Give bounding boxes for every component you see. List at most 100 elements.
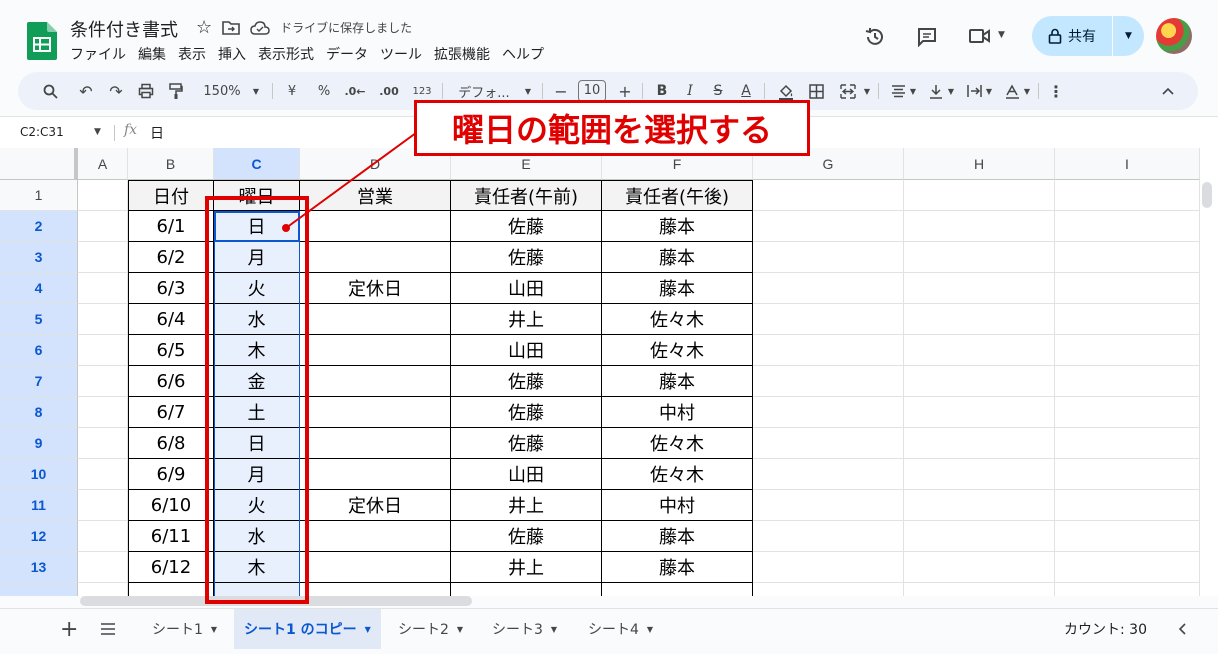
menu-tools[interactable]: ツール xyxy=(380,44,422,64)
cell[interactable] xyxy=(78,583,128,596)
table-cell[interactable]: 佐藤 xyxy=(451,366,602,397)
document-title[interactable]: 条件付き書式 xyxy=(70,16,178,42)
tab-dropdown-icon[interactable]: ▼ xyxy=(457,625,463,634)
tab-dropdown-icon[interactable]: ▼ xyxy=(365,625,371,634)
version-history-icon[interactable] xyxy=(864,26,886,48)
cell[interactable] xyxy=(904,397,1055,428)
select-all-corner[interactable] xyxy=(0,148,78,180)
tab-dropdown-icon[interactable]: ▼ xyxy=(551,625,557,634)
collapse-side-icon[interactable] xyxy=(1178,609,1186,649)
cell[interactable] xyxy=(1055,335,1200,366)
cell[interactable] xyxy=(904,583,1055,596)
column-header-b[interactable]: B xyxy=(128,148,214,180)
cell[interactable] xyxy=(1055,521,1200,552)
table-cell[interactable]: 藤本 xyxy=(602,242,753,273)
table-cell[interactable]: 6/8 xyxy=(128,428,214,459)
table-cell[interactable]: 佐藤 xyxy=(451,521,602,552)
table-cell[interactable]: 6/3 xyxy=(128,273,214,304)
cell[interactable] xyxy=(904,304,1055,335)
share-button[interactable]: 共有 ▼ xyxy=(1032,16,1144,56)
formula-input[interactable]: 日 xyxy=(150,123,164,143)
cell[interactable] xyxy=(1055,583,1200,596)
cell[interactable] xyxy=(78,521,128,552)
zoom-dropdown-icon[interactable]: ▼ xyxy=(250,72,262,110)
cell[interactable] xyxy=(78,242,128,273)
cell[interactable] xyxy=(753,490,904,521)
cell[interactable] xyxy=(1055,180,1200,211)
table-cell[interactable] xyxy=(602,583,753,596)
menu-extensions[interactable]: 拡張機能 xyxy=(434,44,490,64)
cell[interactable] xyxy=(753,459,904,490)
avatar[interactable] xyxy=(1156,18,1192,54)
table-cell[interactable]: 藤本 xyxy=(602,552,753,583)
share-dropdown-icon[interactable]: ▼ xyxy=(1113,31,1144,41)
cell[interactable] xyxy=(753,335,904,366)
cell[interactable] xyxy=(78,428,128,459)
cell[interactable] xyxy=(753,583,904,596)
name-box-dropdown-icon[interactable]: ▼ xyxy=(94,127,101,137)
row-header[interactable]: 3 xyxy=(0,242,78,273)
cell[interactable] xyxy=(78,490,128,521)
cell[interactable] xyxy=(753,366,904,397)
column-header-h[interactable]: H xyxy=(904,148,1055,180)
cell[interactable] xyxy=(904,335,1055,366)
rotation-dropdown-icon[interactable]: ▼ xyxy=(1022,72,1032,110)
cell[interactable] xyxy=(1055,273,1200,304)
cell[interactable] xyxy=(904,211,1055,242)
header-cell[interactable]: 責任者(午後) xyxy=(602,180,753,211)
sheet-tab-1[interactable]: シート1 ▼ xyxy=(152,609,217,649)
all-sheets-icon[interactable] xyxy=(100,609,116,649)
column-header-a[interactable]: A xyxy=(78,148,128,180)
cell[interactable] xyxy=(753,552,904,583)
row-header[interactable]: 9 xyxy=(0,428,78,459)
cell[interactable] xyxy=(753,180,904,211)
table-cell[interactable] xyxy=(300,397,451,428)
cloud-saved-icon[interactable] xyxy=(250,20,270,35)
table-cell[interactable] xyxy=(300,459,451,490)
table-cell[interactable]: 定休日 xyxy=(300,273,451,304)
cell[interactable] xyxy=(753,273,904,304)
vertical-scrollbar[interactable] xyxy=(1202,182,1212,208)
row-header[interactable]: 4 xyxy=(0,273,78,304)
table-cell[interactable] xyxy=(300,583,451,596)
table-cell[interactable] xyxy=(300,521,451,552)
table-cell[interactable] xyxy=(300,335,451,366)
menu-data[interactable]: データ xyxy=(326,44,368,64)
table-cell[interactable]: 中村 xyxy=(602,490,753,521)
table-cell[interactable] xyxy=(451,583,602,596)
table-cell[interactable]: 佐々木 xyxy=(602,459,753,490)
cell[interactable] xyxy=(1055,428,1200,459)
count-status[interactable]: カウント: 30 xyxy=(1064,609,1147,649)
increase-decimal-button[interactable]: .00 xyxy=(376,72,402,110)
table-cell[interactable]: 中村 xyxy=(602,397,753,428)
table-cell[interactable]: 6/1 xyxy=(128,211,214,242)
sheets-logo-icon[interactable] xyxy=(27,22,57,60)
menu-view[interactable]: 表示 xyxy=(178,44,206,64)
row-header[interactable]: 8 xyxy=(0,397,78,428)
undo-icon[interactable]: ↶ xyxy=(74,72,98,110)
table-cell[interactable]: 佐藤 xyxy=(451,397,602,428)
cell[interactable] xyxy=(1055,304,1200,335)
table-cell[interactable]: 井上 xyxy=(451,552,602,583)
cell[interactable] xyxy=(78,459,128,490)
row-header[interactable]: 5 xyxy=(0,304,78,335)
print-icon[interactable] xyxy=(134,72,158,110)
row-header[interactable]: 6 xyxy=(0,335,78,366)
table-cell[interactable]: 佐々木 xyxy=(602,428,753,459)
cell[interactable] xyxy=(78,180,128,211)
cell[interactable] xyxy=(904,521,1055,552)
sheet-tab-active[interactable]: シート1 のコピー ▼ xyxy=(234,609,381,649)
table-cell[interactable]: 藤本 xyxy=(602,366,753,397)
cell[interactable] xyxy=(78,552,128,583)
table-cell[interactable]: 定休日 xyxy=(300,490,451,521)
row-header[interactable]: 12 xyxy=(0,521,78,552)
tab-dropdown-icon[interactable]: ▼ xyxy=(211,625,217,634)
table-cell[interactable]: 6/6 xyxy=(128,366,214,397)
cell[interactable] xyxy=(904,366,1055,397)
cell[interactable] xyxy=(78,335,128,366)
row-header[interactable]: 2 xyxy=(0,211,78,242)
halign-dropdown-icon[interactable]: ▼ xyxy=(908,72,918,110)
cell[interactable] xyxy=(753,304,904,335)
search-menus-icon[interactable] xyxy=(38,72,62,110)
row-header[interactable] xyxy=(0,583,78,596)
